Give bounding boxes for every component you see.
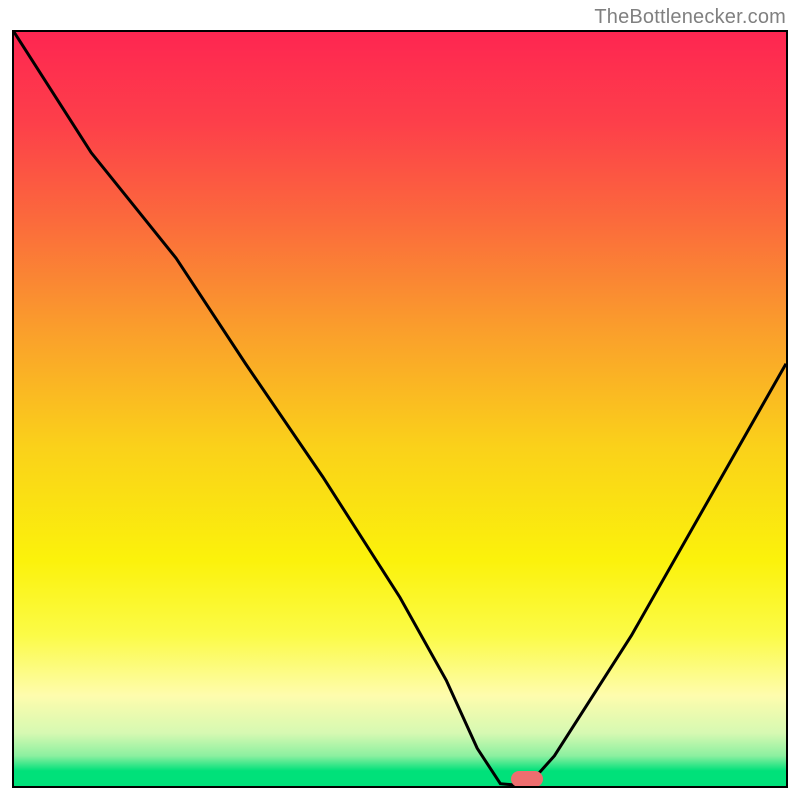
- bottleneck-chart: TheBottlenecker.com: [0, 0, 800, 800]
- plot-area: [12, 30, 788, 788]
- curve-svg: [14, 32, 786, 786]
- optimal-marker: [511, 771, 543, 787]
- source-attribution: TheBottlenecker.com: [594, 6, 786, 29]
- bottleneck-curve-path: [14, 32, 786, 786]
